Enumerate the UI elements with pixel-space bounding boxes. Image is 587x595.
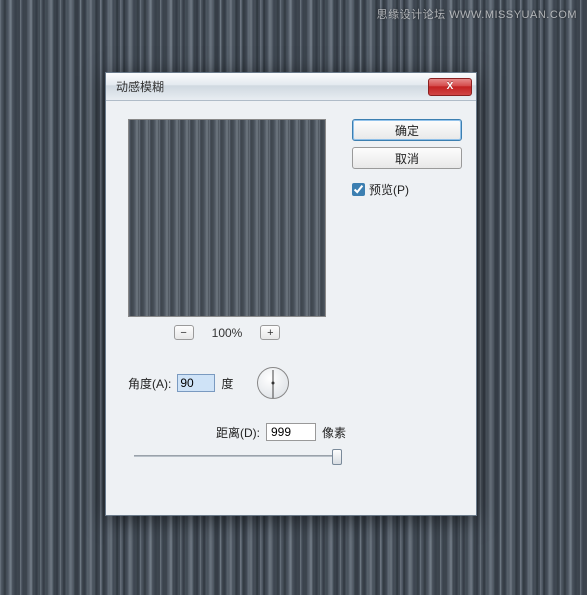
slider-track-line — [134, 455, 342, 457]
preview-checkbox[interactable] — [352, 183, 365, 196]
angle-row: 角度(A): 度 — [128, 367, 289, 399]
preview-checkbox-label: 预览(P) — [369, 181, 409, 198]
dialog-body: − 100% + 确定 取消 预览(P) 角度(A): 度 距离(D): 像素 — [106, 101, 476, 515]
preview-texture — [129, 120, 325, 316]
cancel-button[interactable]: 取消 — [352, 147, 462, 169]
angle-dial[interactable] — [257, 367, 289, 399]
distance-slider[interactable] — [134, 449, 342, 463]
preview-checkbox-row[interactable]: 预览(P) — [352, 181, 462, 198]
motion-blur-dialog: 动感模糊 X − 100% + 确定 取消 预览(P) 角度(A): 度 — [105, 72, 477, 516]
right-panel: 确定 取消 预览(P) — [352, 119, 462, 198]
preview-thumbnail[interactable] — [128, 119, 326, 317]
distance-label: 距离(D): — [216, 424, 260, 441]
zoom-level-label: 100% — [212, 326, 243, 340]
dialog-titlebar[interactable]: 动感模糊 X — [106, 73, 476, 101]
ok-button[interactable]: 确定 — [352, 119, 462, 141]
angle-unit: 度 — [221, 375, 233, 392]
angle-label: 角度(A): — [128, 375, 171, 392]
distance-unit: 像素 — [322, 424, 346, 441]
zoom-out-button[interactable]: − — [174, 325, 194, 340]
slider-thumb[interactable] — [332, 449, 342, 465]
zoom-controls: − 100% + — [128, 325, 326, 340]
distance-input[interactable] — [266, 423, 316, 441]
angle-input[interactable] — [177, 374, 215, 392]
close-icon: X — [447, 81, 454, 92]
watermark-text: 思缘设计论坛 WWW.MISSYUAN.COM — [377, 6, 577, 22]
distance-row: 距离(D): 像素 — [216, 423, 346, 441]
close-button[interactable]: X — [428, 78, 472, 96]
zoom-in-button[interactable]: + — [260, 325, 280, 340]
dialog-title: 动感模糊 — [116, 78, 164, 95]
